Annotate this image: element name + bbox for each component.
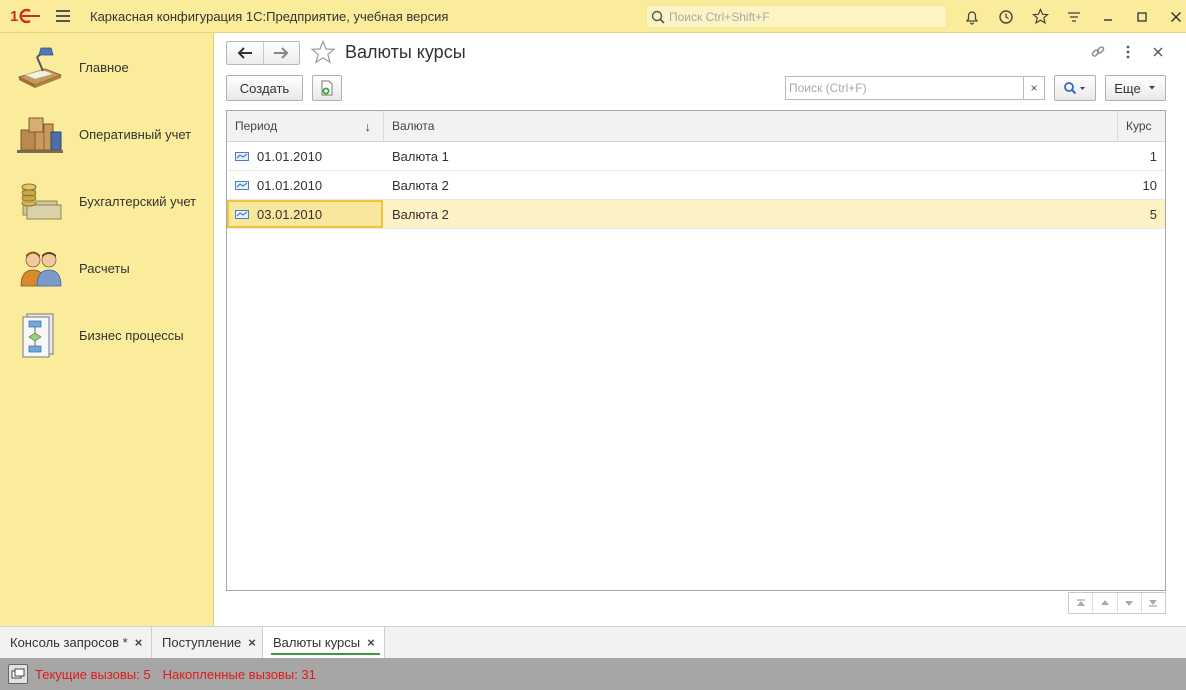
scroll-up-icon[interactable] [1092, 593, 1116, 613]
close-tab-icon[interactable]: × [248, 635, 256, 650]
bell-icon[interactable] [955, 0, 989, 33]
global-search-input[interactable]: Поиск Ctrl+Shift+F [646, 5, 947, 28]
register-record-icon [235, 180, 249, 190]
column-header-currency[interactable]: Валюта [383, 111, 1117, 141]
open-windows-bar: Консоль запросов * × Поступление × Валют… [0, 626, 1186, 658]
more-actions-icon[interactable] [1116, 41, 1140, 63]
period-cell: 03.01.2010 [235, 200, 383, 228]
create-button[interactable]: Создать [226, 75, 303, 101]
favorites-star-icon[interactable] [1023, 0, 1057, 33]
global-search-placeholder: Поиск Ctrl+Shift+F [669, 9, 770, 24]
sections-panel: Главное Оперативный учет Бухгалтерский у… [0, 33, 214, 626]
currency-cell: Валюта 2 [392, 177, 449, 193]
table-row-selected[interactable]: 03.01.2010 Валюта 2 5 [227, 200, 1165, 229]
more-button[interactable]: Еще [1105, 75, 1166, 101]
search-placeholder: Поиск (Ctrl+F) [789, 81, 867, 95]
tab-receipt[interactable]: Поступление × [152, 627, 263, 658]
people-icon [14, 244, 66, 292]
accumulated-calls-counter: Накопленные вызовы: 31 [162, 666, 316, 682]
1c-logo: 1 [10, 6, 44, 26]
column-header-rate[interactable]: Курс [1117, 111, 1165, 141]
period-cell: 01.01.2010 [235, 171, 383, 199]
register-record-icon [235, 151, 249, 161]
desk-lamp-icon [14, 43, 66, 91]
list-search-input[interactable]: Поиск (Ctrl+F) [785, 76, 1024, 100]
svg-text:1: 1 [10, 8, 18, 24]
form-close-icon[interactable] [1146, 41, 1170, 63]
sidebar-item-label: Расчеты [79, 260, 130, 276]
sidebar-item-label: Оперативный учет [79, 126, 192, 142]
column-header-period[interactable]: Период ↓ [227, 111, 383, 141]
add-document-icon [321, 80, 333, 96]
scroll-first-icon[interactable] [1069, 593, 1092, 613]
sidebar-item-business-processes[interactable]: Бизнес процессы [0, 305, 214, 365]
table-row[interactable]: 01.01.2010 Валюта 2 10 [227, 171, 1165, 200]
forward-button[interactable] [262, 42, 300, 64]
tab-query-console[interactable]: Консоль запросов * × [0, 627, 152, 658]
status-bar: Текущие вызовы: 5 Накопленные вызовы: 31 [0, 658, 1186, 690]
maximize-icon[interactable] [1125, 0, 1159, 33]
coins-icon [14, 177, 66, 225]
sidebar-item-label: Главное [79, 59, 129, 75]
table-header: Период ↓ Валюта Курс [227, 111, 1165, 142]
top-bar: 1 Каркасная конфигурация 1С:Предприятие,… [0, 0, 1186, 33]
main-menu-icon[interactable] [56, 10, 76, 22]
rate-cell: 5 [1149, 206, 1157, 222]
scroll-down-icon[interactable] [1116, 593, 1141, 613]
minimize-icon[interactable] [1091, 0, 1125, 33]
sort-descending-icon: ↓ [364, 118, 372, 134]
link-icon[interactable] [1086, 41, 1110, 63]
currency-rates-table[interactable]: Период ↓ Валюта Курс 01.01.2010 Валюта 1… [226, 110, 1166, 591]
close-tab-icon[interactable]: × [135, 635, 143, 650]
page-title: Валюты курсы [345, 42, 466, 62]
boxes-icon [14, 110, 66, 158]
chevron-down-icon [1148, 86, 1155, 90]
register-record-icon [235, 209, 249, 219]
scroll-last-icon[interactable] [1140, 593, 1165, 613]
currency-cell: Валюта 2 [392, 206, 449, 222]
sidebar-item-payments[interactable]: Расчеты [0, 238, 214, 298]
form-area: Валюты курсы Создать Поиск (Ctrl+F) × Ещ… [214, 33, 1186, 626]
rate-cell: 1 [1149, 148, 1157, 164]
search-options-button[interactable] [1054, 75, 1096, 101]
settings-menu-icon[interactable] [1057, 0, 1091, 33]
currency-cell: Валюта 1 [392, 148, 449, 164]
sidebar-item-operational[interactable]: Оперативный учет [0, 104, 214, 164]
copy-button[interactable] [312, 75, 342, 101]
tab-currency-rates[interactable]: Валюты курсы × [263, 627, 385, 658]
clear-search-button[interactable]: × [1023, 76, 1045, 100]
search-icon [1064, 82, 1085, 95]
back-button[interactable] [227, 42, 263, 64]
sidebar-item-main[interactable]: Главное [0, 37, 214, 97]
more-button-label: Еще [1114, 80, 1141, 96]
close-tab-icon[interactable]: × [367, 635, 375, 650]
table-scroll-buttons [1068, 592, 1166, 614]
rate-cell: 10 [1142, 177, 1157, 193]
arrow-right-icon [274, 47, 289, 59]
table-row[interactable]: 01.01.2010 Валюта 1 1 [227, 142, 1165, 171]
current-calls-counter: Текущие вызовы: 5 [35, 666, 151, 682]
sidebar-item-label: Бизнес процессы [79, 327, 184, 343]
app-title: Каркасная конфигурация 1С:Предприятие, у… [90, 8, 449, 24]
search-icon [651, 10, 665, 24]
sidebar-item-label: Бухгалтерский учет [79, 193, 197, 209]
arrow-left-icon [237, 47, 252, 59]
add-to-favorites-star-icon[interactable] [310, 39, 336, 67]
window-close-icon[interactable] [1159, 0, 1186, 33]
navigation-buttons [226, 41, 300, 65]
sidebar-item-accounting[interactable]: Бухгалтерский учет [0, 171, 214, 231]
windows-list-icon[interactable] [8, 664, 28, 684]
period-cell: 01.01.2010 [235, 142, 383, 170]
history-icon[interactable] [989, 0, 1023, 33]
flowchart-icon [14, 311, 66, 359]
